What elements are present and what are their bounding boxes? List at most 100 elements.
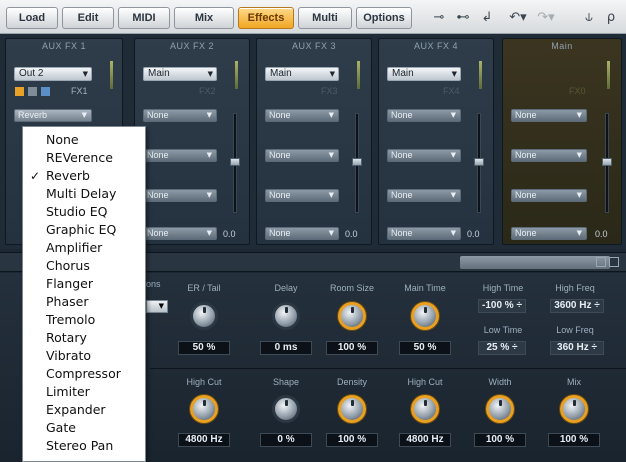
delay-knob[interactable] <box>272 302 300 330</box>
search-icon[interactable]: ρ <box>602 9 620 27</box>
redo-icon[interactable]: ↷▾ <box>534 9 558 27</box>
shape-knob[interactable] <box>272 395 300 423</box>
fx-slot-2[interactable]: None ▼ <box>143 149 217 162</box>
fx-slot-1[interactable]: Reverb ▼ <box>14 109 92 122</box>
fx-slot-2[interactable]: None ▼ <box>387 149 461 162</box>
tab-load[interactable]: Load <box>6 7 58 29</box>
menu-item-limiter[interactable]: Limiter <box>23 383 145 401</box>
menu-item-tremolo[interactable]: Tremolo <box>23 311 145 329</box>
preset-select[interactable] <box>460 256 610 269</box>
param-label: High Freq <box>555 283 595 293</box>
menu-item-label: Flanger <box>46 276 94 291</box>
fx-slot-value: None <box>515 228 537 238</box>
fader-handle[interactable] <box>474 158 484 166</box>
fx-slot-3[interactable]: None ▼ <box>265 189 339 202</box>
fx-slot-3[interactable]: None ▼ <box>511 189 587 202</box>
fx-slot-1[interactable]: None ▼ <box>511 109 587 122</box>
volume-fader[interactable] <box>474 113 484 213</box>
menu-item-studio-eq[interactable]: Studio EQ <box>23 203 145 221</box>
menu-item-chorus[interactable]: Chorus <box>23 257 145 275</box>
tab-midi[interactable]: MIDI <box>118 7 170 29</box>
fader-handle[interactable] <box>352 158 362 166</box>
volume-fader[interactable] <box>602 113 612 213</box>
route-merge-icon[interactable]: ⊷ <box>454 9 472 27</box>
output-select[interactable]: Out 2 ▼ <box>14 67 92 81</box>
high-freq-stepper[interactable]: 3600 Hz ÷ <box>550 299 604 313</box>
power-icon[interactable] <box>41 87 50 96</box>
tab-multi[interactable]: Multi <box>298 7 352 29</box>
bypass-icon[interactable] <box>15 87 24 96</box>
fx-slot-4[interactable]: None ▼ <box>265 227 339 240</box>
undo-icon[interactable]: ↶▾ <box>506 9 530 27</box>
menu-item-vibrato[interactable]: Vibrato <box>23 347 145 365</box>
tab-mix[interactable]: Mix <box>174 7 234 29</box>
tuning-fork-icon[interactable]: ⫝ <box>580 9 598 27</box>
menu-item-amplifier[interactable]: Amplifier <box>23 239 145 257</box>
low-time-stepper[interactable]: 25 % ÷ <box>478 341 526 355</box>
fx-slot-1[interactable]: None ▼ <box>143 109 217 122</box>
main-time-knob[interactable] <box>411 302 439 330</box>
param-label: Low Freq <box>556 325 594 335</box>
er-tail-knob[interactable] <box>190 302 218 330</box>
menu-item-reverence[interactable]: REVerence <box>23 149 145 167</box>
chevron-down-icon: ▼ <box>82 70 88 78</box>
chevron-down-icon: ▼ <box>576 111 582 119</box>
chevron-down-icon: ▼ <box>576 229 582 237</box>
high-cut-2-knob[interactable] <box>411 395 439 423</box>
fx-slot-2[interactable]: None ▼ <box>265 149 339 162</box>
fx-slot-3[interactable]: None ▼ <box>143 189 217 202</box>
menu-item-multi-delay[interactable]: Multi Delay <box>23 185 145 203</box>
menu-item-expander[interactable]: Expander <box>23 401 145 419</box>
tab-options[interactable]: Options <box>356 7 412 29</box>
gain-readout: 0.0 <box>467 229 480 239</box>
menu-item-none[interactable]: None <box>23 131 145 149</box>
chevron-down-icon: ▼ <box>451 70 457 78</box>
reverb-type-select[interactable]: ▼ <box>146 300 168 313</box>
er-tail-value: 50 % <box>178 341 230 355</box>
param-label: Low Time <box>483 325 523 335</box>
fader-handle[interactable] <box>230 158 240 166</box>
fx-slot-1[interactable]: None ▼ <box>387 109 461 122</box>
output-select[interactable]: Main ▼ <box>143 67 217 81</box>
menu-item-label: Amplifier <box>46 240 103 255</box>
high-cut-knob[interactable] <box>190 395 218 423</box>
fx-slot-4[interactable]: None ▼ <box>387 227 461 240</box>
fx-slot-3[interactable]: None ▼ <box>387 189 461 202</box>
menu-item-stereo-pan[interactable]: Stereo Pan <box>23 437 145 455</box>
edit-icon[interactable] <box>28 87 37 96</box>
menu-item-rotary[interactable]: Rotary <box>23 329 145 347</box>
knob-indicator <box>285 400 288 406</box>
fx-slot-2[interactable]: None ▼ <box>511 149 587 162</box>
room-size-knob[interactable] <box>338 302 366 330</box>
menu-item-reverb[interactable]: ✓ Reverb <box>23 167 145 185</box>
delete-preset-icon[interactable] <box>609 257 619 267</box>
volume-fader[interactable] <box>352 113 362 213</box>
fx-slot-4[interactable]: None ▼ <box>143 227 217 240</box>
knob-indicator <box>285 307 288 313</box>
menu-item-flanger[interactable]: Flanger <box>23 275 145 293</box>
mix-knob[interactable] <box>560 395 588 423</box>
chevron-down-icon: ▼ <box>450 191 456 199</box>
menu-item-graphic-eq[interactable]: Graphic EQ <box>23 221 145 239</box>
tab-edit[interactable]: Edit <box>62 7 114 29</box>
save-preset-icon[interactable] <box>596 257 606 267</box>
route-return-icon[interactable]: ↲ <box>478 9 496 27</box>
route-split-icon[interactable]: ⊸ <box>430 9 448 27</box>
fx-slot-1[interactable]: None ▼ <box>265 109 339 122</box>
param-label: Delay <box>274 283 298 293</box>
menu-item-phaser[interactable]: Phaser <box>23 293 145 311</box>
menu-item-gate[interactable]: Gate <box>23 419 145 437</box>
menu-item-compressor[interactable]: Compressor <box>23 365 145 383</box>
output-select[interactable]: Main ▼ <box>265 67 339 81</box>
density-knob[interactable] <box>338 395 366 423</box>
fx-slot-4[interactable]: None ▼ <box>511 227 587 240</box>
output-select[interactable]: Main ▼ <box>387 67 461 81</box>
gain-readout: 0.0 <box>595 229 608 239</box>
volume-fader[interactable] <box>230 113 240 213</box>
tab-effects[interactable]: Effects <box>238 7 294 29</box>
low-freq-stepper[interactable]: 360 Hz ÷ <box>550 341 604 355</box>
fader-handle[interactable] <box>602 158 612 166</box>
high-time-stepper[interactable]: -100 % ÷ <box>478 299 526 313</box>
width-knob[interactable] <box>486 395 514 423</box>
channel-title: AUX FX 3 <box>291 41 336 51</box>
